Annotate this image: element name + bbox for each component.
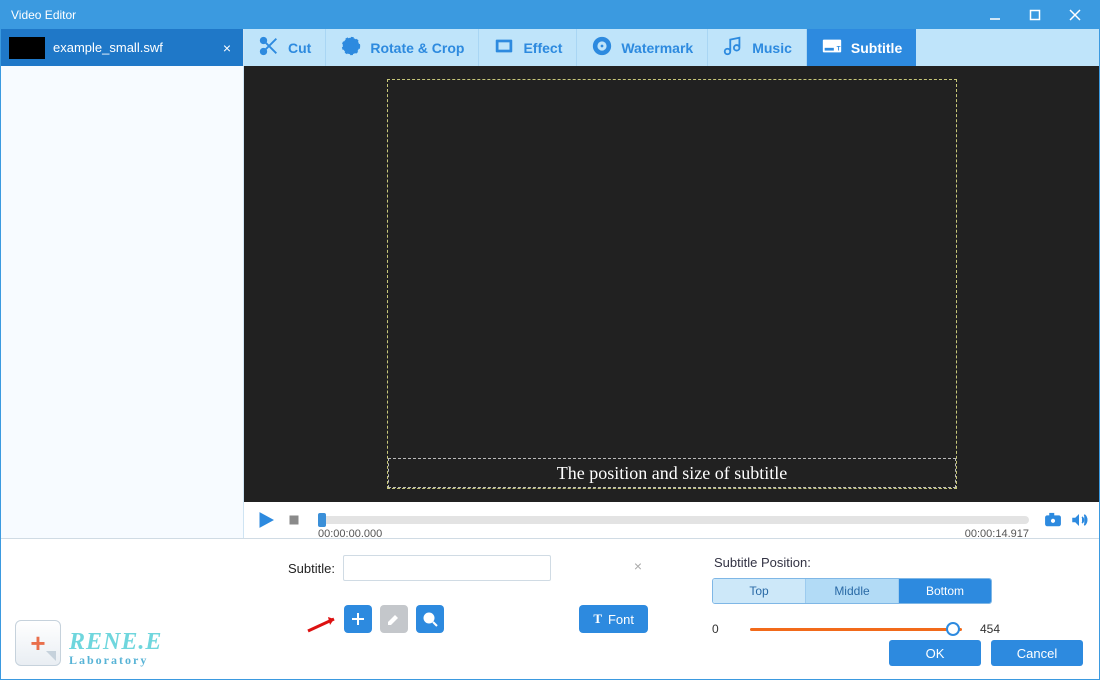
tab-cut[interactable]: Cut	[244, 29, 326, 66]
slider-max: 454	[972, 622, 1000, 636]
annotation-arrow-icon	[304, 613, 344, 633]
subtitle-icon: T	[821, 35, 843, 60]
search-subtitle-button[interactable]	[416, 605, 444, 633]
stop-button[interactable]	[284, 510, 304, 530]
music-note-icon	[722, 35, 744, 60]
position-middle[interactable]: Middle	[806, 579, 899, 603]
scissors-icon	[258, 35, 280, 60]
file-tab[interactable]: example_small.swf ×	[1, 29, 243, 66]
crop-rotate-icon	[340, 35, 362, 60]
seek-handle[interactable]	[318, 513, 326, 527]
tab-subtitle[interactable]: T Subtitle	[807, 29, 916, 66]
logo-badge-icon: +	[15, 620, 61, 666]
playback-bar: 00:00:00.000 00:00:14.917	[244, 502, 1099, 538]
play-button[interactable]	[256, 510, 276, 530]
subtitle-area-box[interactable]: The position and size of subtitle	[387, 79, 957, 489]
clear-input-icon[interactable]: ×	[634, 558, 642, 574]
tab-label: Music	[752, 40, 792, 56]
cancel-button[interactable]: Cancel	[991, 640, 1083, 666]
slider-min: 0	[712, 622, 740, 636]
volume-button[interactable]	[1069, 510, 1089, 530]
close-button[interactable]	[1055, 1, 1095, 29]
tab-rotate-crop[interactable]: Rotate & Crop	[326, 29, 479, 66]
tab-effect[interactable]: Effect	[479, 29, 577, 66]
tab-label: Rotate & Crop	[370, 40, 464, 56]
tab-label: Watermark	[621, 40, 693, 56]
file-thumbnail	[9, 37, 45, 59]
maximize-button[interactable]	[1015, 1, 1055, 29]
window-title: Video Editor	[11, 8, 975, 22]
file-sidebar: example_small.swf ×	[1, 29, 244, 538]
tab-label: Effect	[523, 40, 562, 56]
file-name: example_small.swf	[53, 40, 211, 55]
bottom-panel: + RENE.E Laboratory Subtitle: ×	[1, 538, 1099, 678]
tool-tabs: Cut Rotate & Crop Effect Watermark	[244, 29, 1099, 66]
subtitle-edit-area: Subtitle: ×	[288, 555, 648, 668]
position-top[interactable]: Top	[713, 579, 806, 603]
subtitle-placeholder[interactable]: The position and size of subtitle	[388, 458, 956, 488]
video-preview: The position and size of subtitle	[244, 66, 1099, 502]
tab-watermark[interactable]: Watermark	[577, 29, 708, 66]
subtitle-placeholder-text: The position and size of subtitle	[557, 463, 787, 484]
brand-logo: + RENE.E Laboratory	[1, 539, 244, 678]
snapshot-button[interactable]	[1043, 510, 1063, 530]
subtitle-input[interactable]	[343, 555, 551, 581]
slider-handle[interactable]	[946, 622, 960, 636]
font-button-label: Font	[608, 612, 634, 627]
effect-icon	[493, 35, 515, 60]
tab-music[interactable]: Music	[708, 29, 807, 66]
position-bottom[interactable]: Bottom	[899, 579, 991, 603]
tab-label: Subtitle	[851, 40, 902, 56]
minimize-button[interactable]	[975, 1, 1015, 29]
position-slider[interactable]	[750, 628, 962, 631]
watermark-icon	[591, 35, 613, 60]
logo-brand-text: RENE.E	[69, 630, 162, 654]
position-label: Subtitle Position:	[706, 555, 1039, 570]
logo-sub-text: Laboratory	[69, 654, 162, 666]
add-subtitle-button[interactable]	[344, 605, 372, 633]
tab-label: Cut	[288, 40, 311, 56]
seek-slider[interactable]: 00:00:00.000 00:00:14.917	[318, 516, 1029, 524]
svg-text:T: T	[836, 46, 840, 53]
titlebar: Video Editor	[1, 1, 1099, 29]
ok-button[interactable]: OK	[889, 640, 981, 666]
edit-subtitle-button[interactable]	[380, 605, 408, 633]
font-button[interactable]: T Font	[579, 605, 648, 633]
file-close-icon[interactable]: ×	[219, 40, 235, 56]
subtitle-field-label: Subtitle:	[288, 561, 335, 576]
position-segmented: Top Middle Bottom	[712, 578, 992, 604]
font-icon: T	[593, 611, 602, 627]
